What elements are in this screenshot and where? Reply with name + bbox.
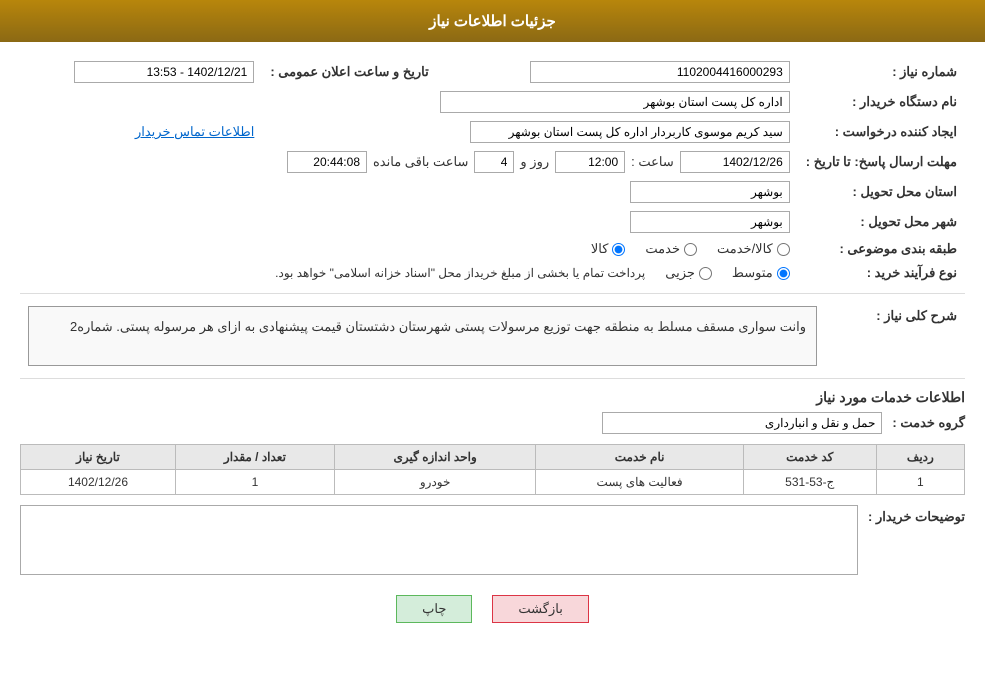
deadline-remain-label: ساعت باقی مانده — [373, 154, 468, 170]
purchase-type-label: نوع فرآیند خرید : — [798, 261, 965, 285]
col-unit: واحد اندازه گیری — [334, 445, 536, 470]
announcement-input[interactable] — [74, 61, 254, 83]
buyer-desc-row: توضیحات خریدار : — [20, 505, 965, 575]
divider-1 — [20, 293, 965, 294]
purchase-type-radio-group: متوسط جزیی — [665, 265, 790, 281]
buyer-desc-textarea[interactable] — [20, 505, 858, 575]
need-number-input[interactable] — [530, 61, 790, 83]
category-option-kala-khedmat[interactable]: کالا/خدمت — [717, 241, 790, 257]
col-qty: تعداد / مقدار — [175, 445, 334, 470]
print-button[interactable]: چاپ — [396, 595, 472, 623]
back-button[interactable]: بازگشت — [492, 595, 588, 623]
page-header: جزئیات اطلاعات نیاز — [0, 0, 985, 42]
city-label: شهر محل تحویل : — [798, 207, 965, 237]
creator-label: ایجاد کننده درخواست : — [798, 117, 965, 147]
purchase-type-row: نوع فرآیند خرید : متوسط جزیی — [20, 261, 965, 285]
category-option-khedmat[interactable]: خدمت — [645, 241, 697, 257]
purchase-type-jozi[interactable]: جزیی — [665, 265, 712, 281]
category-radio-group: کالا/خدمت خدمت کالا — [28, 241, 790, 257]
creator-cell — [262, 117, 797, 147]
page-title: جزئیات اطلاعات نیاز — [429, 13, 556, 30]
col-row: ردیف — [876, 445, 964, 470]
category-row: طبقه بندی موضوعی : کالا/خدمت خدمت کالا — [20, 237, 965, 261]
contact-link[interactable]: اطلاعات تماس خریدار — [135, 124, 254, 139]
need-number-row: شماره نیاز : تاریخ و ساعت اعلان عمومی : — [20, 57, 965, 87]
buyer-org-row: نام دستگاه خریدار : — [20, 87, 965, 117]
need-number-label: شماره نیاز : — [798, 57, 965, 87]
deadline-remain-input[interactable] — [287, 151, 367, 173]
city-input[interactable] — [630, 211, 790, 233]
category-label: طبقه بندی موضوعی : — [798, 237, 965, 261]
purchase-type-motawaset[interactable]: متوسط — [732, 265, 790, 281]
buyer-org-cell — [20, 87, 798, 117]
content-area: شماره نیاز : تاریخ و ساعت اعلان عمومی : … — [0, 42, 985, 653]
announcement-cell — [20, 57, 262, 87]
deadline-time-label: ساعت : — [631, 154, 674, 170]
col-code: کد خدمت — [743, 445, 876, 470]
need-desc-box: وانت سواری مسقف مسلط به منطقه جهت توزیع … — [28, 306, 817, 366]
divider-2 — [20, 378, 965, 379]
need-desc-row: شرح کلی نیاز : وانت سواری مسقف مسلط به م… — [20, 302, 965, 370]
deadline-date-input[interactable] — [680, 151, 790, 173]
category-cell: کالا/خدمت خدمت کالا — [20, 237, 798, 261]
buyer-org-input[interactable] — [440, 91, 790, 113]
services-table: ردیف کد خدمت نام خدمت واحد اندازه گیری ت… — [20, 444, 965, 495]
purchase-type-cell: متوسط جزیی پرداخت تمام یا بخشی از مبلغ خ… — [20, 261, 798, 285]
buyer-desc-label: توضیحات خریدار : — [868, 505, 965, 525]
announcement-label: تاریخ و ساعت اعلان عمومی : — [262, 57, 436, 87]
deadline-days-label: روز و — [520, 154, 549, 170]
buttons-row: بازگشت چاپ — [20, 585, 965, 638]
page-container: جزئیات اطلاعات نیاز شماره نیاز : تاریخ و… — [0, 0, 985, 691]
category-option-kala[interactable]: کالا — [591, 241, 626, 257]
purchase-note: پرداخت تمام یا بخشی از مبلغ خریداز محل "… — [275, 266, 645, 280]
city-cell — [20, 207, 798, 237]
creator-row: ایجاد کننده درخواست : اطلاعات تماس خریدا… — [20, 117, 965, 147]
province-cell — [20, 177, 798, 207]
main-form-table: شماره نیاز : تاریخ و ساعت اعلان عمومی : … — [20, 57, 965, 285]
province-row: استان محل تحویل : — [20, 177, 965, 207]
need-desc-cell: وانت سواری مسقف مسلط به منطقه جهت توزیع … — [20, 302, 825, 370]
need-desc-label: شرح کلی نیاز : — [825, 302, 965, 370]
buyer-org-label: نام دستگاه خریدار : — [798, 87, 965, 117]
province-input[interactable] — [630, 181, 790, 203]
table-row: 1ج-53-531فعالیت های پستخودرو11402/12/26 — [21, 470, 965, 495]
city-row: شهر محل تحویل : — [20, 207, 965, 237]
need-number-cell — [457, 57, 798, 87]
service-group-input[interactable] — [602, 412, 882, 434]
service-group-row: گروه خدمت : — [20, 412, 965, 434]
deadline-cell: ساعت : روز و ساعت باقی مانده — [20, 147, 798, 177]
province-label: استان محل تحویل : — [798, 177, 965, 207]
service-info-title: اطلاعات خدمات مورد نیاز — [20, 389, 965, 406]
deadline-label: مهلت ارسال پاسخ: تا تاریخ : — [798, 147, 965, 177]
col-name: نام خدمت — [536, 445, 743, 470]
need-desc-table: شرح کلی نیاز : وانت سواری مسقف مسلط به م… — [20, 302, 965, 370]
service-group-label: گروه خدمت : — [892, 415, 965, 431]
deadline-days-input[interactable] — [474, 151, 514, 173]
table-header-row: ردیف کد خدمت نام خدمت واحد اندازه گیری ت… — [21, 445, 965, 470]
creator-input[interactable] — [470, 121, 790, 143]
col-date: تاریخ نیاز — [21, 445, 176, 470]
deadline-time-input[interactable] — [555, 151, 625, 173]
deadline-row: مهلت ارسال پاسخ: تا تاریخ : ساعت : روز و… — [20, 147, 965, 177]
contact-link-cell: اطلاعات تماس خریدار — [20, 117, 262, 147]
